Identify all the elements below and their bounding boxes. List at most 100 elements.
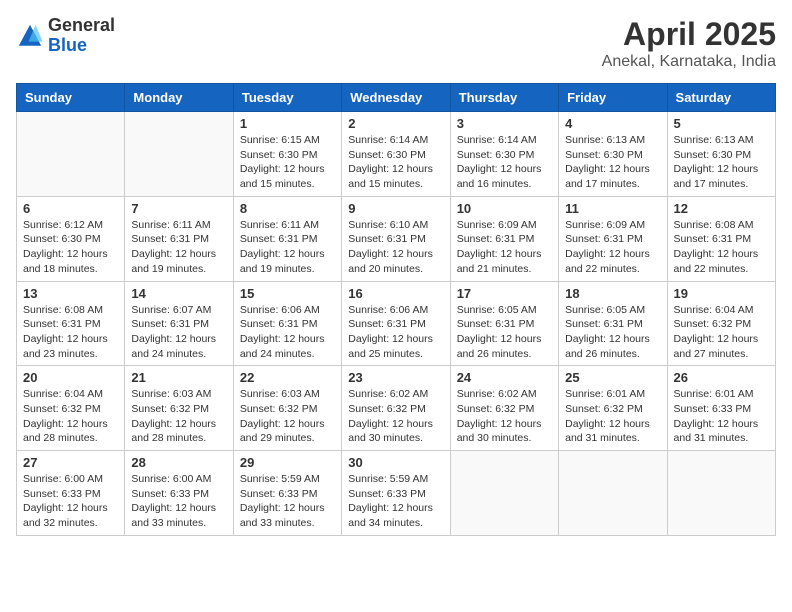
day-info: Sunrise: 6:03 AM Sunset: 6:32 PM Dayligh… [240,387,335,446]
calendar-week-row: 20 Sunrise: 6:04 AM Sunset: 6:32 PM Dayli… [17,366,776,451]
day-info: Sunrise: 6:04 AM Sunset: 6:32 PM Dayligh… [23,387,118,446]
day-info: Sunrise: 6:12 AM Sunset: 6:30 PM Dayligh… [23,218,118,277]
day-number: 20 [23,370,118,385]
calendar-day-cell: 18 Sunrise: 6:05 AM Sunset: 6:31 PM Dayli… [559,281,667,366]
day-number: 27 [23,455,118,470]
calendar-day-cell: 3 Sunrise: 6:14 AM Sunset: 6:30 PM Daylig… [450,112,558,197]
calendar-table: SundayMondayTuesdayWednesdayThursdayFrid… [16,83,776,536]
weekday-header-cell: Saturday [667,84,775,112]
day-number: 16 [348,286,443,301]
day-number: 12 [674,201,769,216]
calendar-day-cell: 25 Sunrise: 6:01 AM Sunset: 6:32 PM Dayli… [559,366,667,451]
day-number: 24 [457,370,552,385]
calendar-day-cell: 8Sunrise: 6:11 AM Sunset: 6:31 PM Daylig… [233,196,341,281]
logo-icon [16,22,44,50]
logo-general-text: General [48,15,115,35]
day-number: 11 [565,201,660,216]
calendar-day-cell: 24 Sunrise: 6:02 AM Sunset: 6:32 PM Dayli… [450,366,558,451]
calendar-week-row: 1 Sunrise: 6:15 AM Sunset: 6:30 PM Daylig… [17,112,776,197]
weekday-header-cell: Wednesday [342,84,450,112]
page-header: General Blue April 2025 Anekal, Karnatak… [16,16,776,71]
day-info: Sunrise: 6:04 AM Sunset: 6:32 PM Dayligh… [674,303,769,362]
day-number: 23 [348,370,443,385]
day-number: 19 [674,286,769,301]
calendar-day-cell: 26Sunrise: 6:01 AM Sunset: 6:33 PM Dayli… [667,366,775,451]
weekday-header-row: SundayMondayTuesdayWednesdayThursdayFrid… [17,84,776,112]
day-number: 17 [457,286,552,301]
day-number: 5 [674,116,769,131]
day-info: Sunrise: 6:08 AM Sunset: 6:31 PM Dayligh… [674,218,769,277]
calendar-day-cell [667,451,775,536]
day-info: Sunrise: 6:09 AM Sunset: 6:31 PM Dayligh… [565,218,660,277]
weekday-header-cell: Tuesday [233,84,341,112]
day-number: 3 [457,116,552,131]
day-info: Sunrise: 6:06 AM Sunset: 6:31 PM Dayligh… [240,303,335,362]
calendar-day-cell: 21Sunrise: 6:03 AM Sunset: 6:32 PM Dayli… [125,366,233,451]
day-number: 26 [674,370,769,385]
day-info: Sunrise: 6:14 AM Sunset: 6:30 PM Dayligh… [457,133,552,192]
day-info: Sunrise: 6:10 AM Sunset: 6:31 PM Dayligh… [348,218,443,277]
calendar-day-cell: 9Sunrise: 6:10 AM Sunset: 6:31 PM Daylig… [342,196,450,281]
day-info: Sunrise: 6:05 AM Sunset: 6:31 PM Dayligh… [457,303,552,362]
calendar-day-cell: 10Sunrise: 6:09 AM Sunset: 6:31 PM Dayli… [450,196,558,281]
calendar-day-cell: 17 Sunrise: 6:05 AM Sunset: 6:31 PM Dayli… [450,281,558,366]
day-info: Sunrise: 6:11 AM Sunset: 6:31 PM Dayligh… [240,218,335,277]
day-info: Sunrise: 6:08 AM Sunset: 6:31 PM Dayligh… [23,303,118,362]
calendar-day-cell [125,112,233,197]
day-info: Sunrise: 6:13 AM Sunset: 6:30 PM Dayligh… [565,133,660,192]
calendar-day-cell: 2 Sunrise: 6:14 AM Sunset: 6:30 PM Daylig… [342,112,450,197]
weekday-header-cell: Thursday [450,84,558,112]
day-info: Sunrise: 6:07 AM Sunset: 6:31 PM Dayligh… [131,303,226,362]
day-info: Sunrise: 6:11 AM Sunset: 6:31 PM Dayligh… [131,218,226,277]
day-number: 21 [131,370,226,385]
day-number: 6 [23,201,118,216]
calendar-day-cell: 20 Sunrise: 6:04 AM Sunset: 6:32 PM Dayli… [17,366,125,451]
title-block: April 2025 Anekal, Karnataka, India [602,16,776,71]
calendar-day-cell: 13 Sunrise: 6:08 AM Sunset: 6:31 PM Dayli… [17,281,125,366]
calendar-week-row: 27 Sunrise: 6:00 AM Sunset: 6:33 PM Dayli… [17,451,776,536]
day-info: Sunrise: 6:00 AM Sunset: 6:33 PM Dayligh… [23,472,118,531]
calendar-day-cell: 5 Sunrise: 6:13 AM Sunset: 6:30 PM Daylig… [667,112,775,197]
calendar-body: 1 Sunrise: 6:15 AM Sunset: 6:30 PM Daylig… [17,112,776,536]
day-number: 29 [240,455,335,470]
calendar-day-cell: 27 Sunrise: 6:00 AM Sunset: 6:33 PM Dayli… [17,451,125,536]
day-info: Sunrise: 6:01 AM Sunset: 6:32 PM Dayligh… [565,387,660,446]
day-number: 10 [457,201,552,216]
calendar-day-cell [17,112,125,197]
weekday-header-cell: Sunday [17,84,125,112]
day-number: 2 [348,116,443,131]
weekday-header-cell: Monday [125,84,233,112]
day-number: 7 [131,201,226,216]
calendar-title: April 2025 [602,16,776,53]
calendar-day-cell [450,451,558,536]
logo-blue-text: Blue [48,35,87,55]
calendar-day-cell: 14Sunrise: 6:07 AM Sunset: 6:31 PM Dayli… [125,281,233,366]
calendar-day-cell: 28Sunrise: 6:00 AM Sunset: 6:33 PM Dayli… [125,451,233,536]
day-info: Sunrise: 6:02 AM Sunset: 6:32 PM Dayligh… [457,387,552,446]
calendar-day-cell: 7 Sunrise: 6:11 AM Sunset: 6:31 PM Daylig… [125,196,233,281]
day-info: Sunrise: 6:06 AM Sunset: 6:31 PM Dayligh… [348,303,443,362]
calendar-day-cell: 22 Sunrise: 6:03 AM Sunset: 6:32 PM Dayli… [233,366,341,451]
day-info: Sunrise: 6:15 AM Sunset: 6:30 PM Dayligh… [240,133,335,192]
day-info: Sunrise: 6:00 AM Sunset: 6:33 PM Dayligh… [131,472,226,531]
calendar-subtitle: Anekal, Karnataka, India [602,53,776,71]
calendar-day-cell: 11 Sunrise: 6:09 AM Sunset: 6:31 PM Dayli… [559,196,667,281]
calendar-day-cell: 16 Sunrise: 6:06 AM Sunset: 6:31 PM Dayli… [342,281,450,366]
day-number: 15 [240,286,335,301]
day-info: Sunrise: 6:14 AM Sunset: 6:30 PM Dayligh… [348,133,443,192]
calendar-day-cell: 23Sunrise: 6:02 AM Sunset: 6:32 PM Dayli… [342,366,450,451]
day-info: Sunrise: 5:59 AM Sunset: 6:33 PM Dayligh… [348,472,443,531]
day-number: 4 [565,116,660,131]
day-number: 1 [240,116,335,131]
day-info: Sunrise: 6:05 AM Sunset: 6:31 PM Dayligh… [565,303,660,362]
calendar-day-cell: 6 Sunrise: 6:12 AM Sunset: 6:30 PM Daylig… [17,196,125,281]
calendar-day-cell: 29 Sunrise: 5:59 AM Sunset: 6:33 PM Dayli… [233,451,341,536]
day-number: 18 [565,286,660,301]
day-info: Sunrise: 6:13 AM Sunset: 6:30 PM Dayligh… [674,133,769,192]
day-number: 22 [240,370,335,385]
calendar-day-cell: 12 Sunrise: 6:08 AM Sunset: 6:31 PM Dayli… [667,196,775,281]
calendar-week-row: 13 Sunrise: 6:08 AM Sunset: 6:31 PM Dayli… [17,281,776,366]
day-number: 13 [23,286,118,301]
day-number: 25 [565,370,660,385]
day-info: Sunrise: 5:59 AM Sunset: 6:33 PM Dayligh… [240,472,335,531]
